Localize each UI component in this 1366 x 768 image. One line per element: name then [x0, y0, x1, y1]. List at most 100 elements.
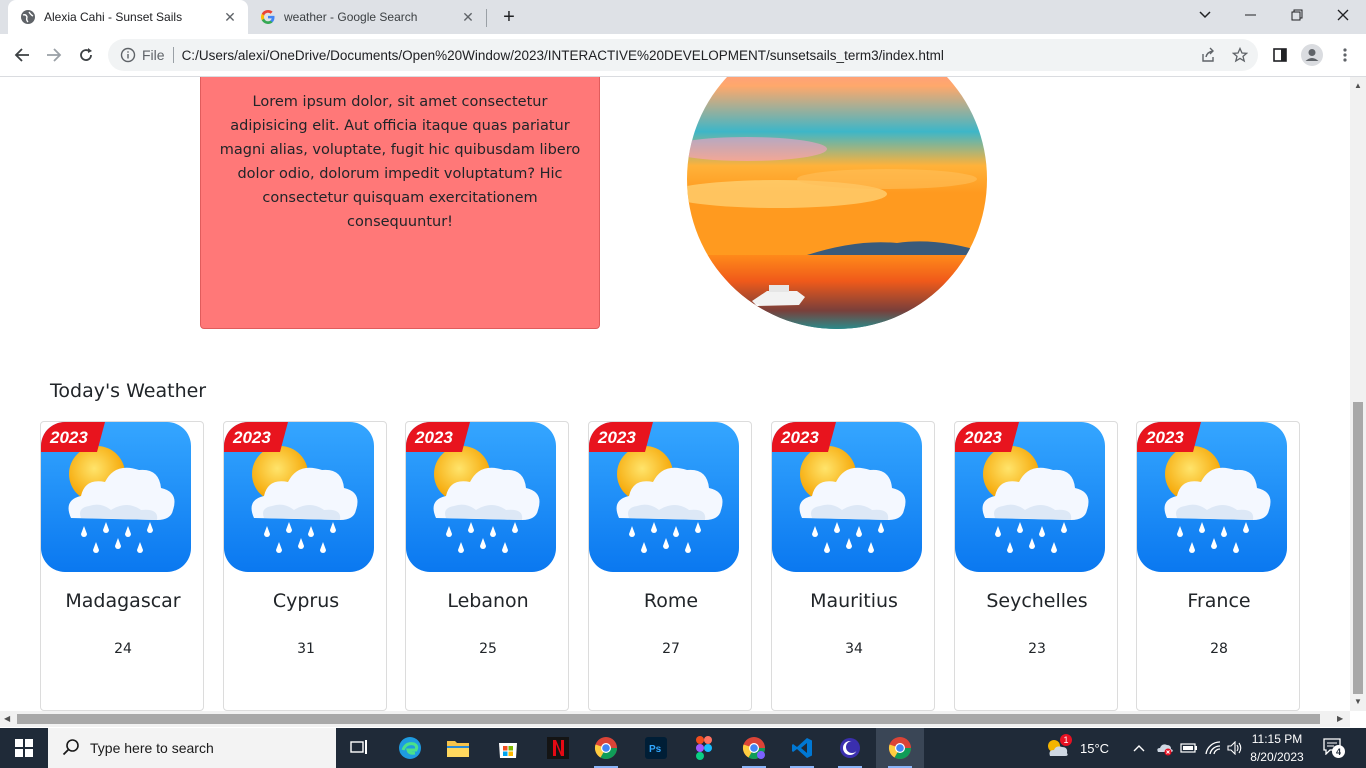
- globe-icon: [20, 9, 36, 25]
- weather-card-cyprus: 2023 Cyprus 31: [223, 421, 387, 711]
- figma-icon[interactable]: [680, 728, 728, 768]
- weather-city: Seychelles: [986, 590, 1088, 612]
- edge-browser-icon[interactable]: [386, 728, 434, 768]
- weather-card-mauritius: 2023 Mauritius 34: [771, 421, 935, 711]
- system-clock[interactable]: 11:15 PM 8/20/2023: [1246, 730, 1308, 766]
- netflix-icon[interactable]: [534, 728, 582, 768]
- weather-rain-sun-icon: 2023: [1137, 422, 1287, 572]
- task-view-icon[interactable]: [336, 728, 384, 768]
- tab-title: Alexia Cahi - Sunset Sails: [44, 10, 183, 24]
- tab-sunset-sails[interactable]: Alexia Cahi - Sunset Sails ✕: [8, 0, 248, 34]
- svg-text:2023: 2023: [597, 428, 636, 447]
- taskbar-search-box[interactable]: Type here to search: [48, 728, 336, 768]
- vscode-icon[interactable]: [778, 728, 826, 768]
- close-tab-icon[interactable]: ✕: [460, 9, 476, 25]
- weather-card-row: 2023 Madagascar 24 2023 Cyprus 31 2023 L…: [40, 421, 1300, 711]
- windows-taskbar: Type here to search Ps 1 15°C 11:15 PM 8…: [0, 728, 1366, 768]
- weather-temp: 27: [662, 641, 680, 657]
- svg-text:2023: 2023: [49, 428, 88, 447]
- tab-google-search[interactable]: weather - Google Search ✕: [250, 0, 486, 34]
- notification-center-icon[interactable]: 4: [1322, 728, 1345, 768]
- vertical-scrollbar[interactable]: ▲ ▼: [1350, 77, 1366, 711]
- weather-rain-sun-icon: 2023: [41, 422, 191, 572]
- weather-rain-sun-icon: 2023: [955, 422, 1105, 572]
- svg-text:2023: 2023: [780, 428, 819, 447]
- weather-card-seychelles: 2023 Seychelles 23: [954, 421, 1118, 711]
- eclipse-app-icon[interactable]: [826, 728, 874, 768]
- intro-paragraph: Lorem ipsum dolor, sit amet consectetur …: [219, 94, 581, 230]
- minimize-button[interactable]: [1228, 0, 1274, 30]
- back-button[interactable]: [8, 41, 36, 69]
- svg-text:2023: 2023: [1145, 428, 1184, 447]
- weather-widget[interactable]: 1 15°C: [1044, 728, 1109, 768]
- weather-card-france: 2023 France 28: [1136, 421, 1300, 711]
- address-bar[interactable]: File C:/Users/alexi/OneDrive/Documents/O…: [108, 39, 1258, 71]
- weather-rain-sun-icon: 2023: [772, 422, 922, 572]
- weather-rain-sun-icon: 2023: [224, 422, 374, 572]
- wifi-icon[interactable]: [1205, 728, 1223, 768]
- close-tab-icon[interactable]: ✕: [222, 9, 238, 25]
- weather-card-madagascar: 2023 Madagascar 24: [40, 421, 204, 711]
- site-info-icon[interactable]: [120, 47, 136, 63]
- scroll-right-icon[interactable]: ▶: [1337, 714, 1343, 723]
- new-tab-button[interactable]: +: [498, 6, 520, 28]
- weather-temp: 34: [845, 641, 863, 657]
- weather-heading: Today's Weather: [50, 380, 207, 402]
- url-text[interactable]: C:/Users/alexi/OneDrive/Documents/Open%2…: [182, 48, 1258, 63]
- horizontal-scrollbar[interactable]: ◀ ▶: [0, 711, 1350, 727]
- weather-city: Mauritius: [810, 590, 898, 612]
- share-icon[interactable]: [1194, 41, 1222, 69]
- svg-text:Ps: Ps: [649, 744, 662, 755]
- browser-toolbar: File C:/Users/alexi/OneDrive/Documents/O…: [0, 34, 1366, 77]
- forward-button[interactable]: [40, 41, 68, 69]
- side-panel-icon[interactable]: [1266, 41, 1294, 69]
- weather-temp: 25: [479, 641, 497, 657]
- profile-avatar-icon[interactable]: [1298, 41, 1326, 69]
- onedrive-error-icon[interactable]: [1155, 728, 1175, 768]
- clock-time: 11:15 PM: [1251, 732, 1303, 746]
- search-icon: [62, 738, 80, 759]
- scroll-down-icon[interactable]: ▼: [1354, 697, 1362, 706]
- weather-temp: 31: [297, 641, 315, 657]
- tab-search-chevron-icon[interactable]: [1182, 0, 1228, 30]
- chrome-icon[interactable]: [582, 728, 630, 768]
- battery-icon[interactable]: [1180, 728, 1198, 768]
- photoshop-icon[interactable]: Ps: [632, 728, 680, 768]
- vertical-scroll-thumb[interactable]: [1353, 402, 1363, 694]
- reload-button[interactable]: [72, 41, 100, 69]
- windows-start-button[interactable]: [0, 728, 48, 768]
- horizontal-scroll-thumb[interactable]: [17, 714, 1320, 724]
- chrome-active-icon[interactable]: [876, 728, 924, 768]
- svg-text:2023: 2023: [963, 428, 1002, 447]
- show-hidden-icons-chevron[interactable]: [1133, 728, 1145, 768]
- volume-icon[interactable]: [1227, 728, 1243, 768]
- scroll-left-icon[interactable]: ◀: [4, 714, 10, 723]
- weather-city: Rome: [643, 590, 699, 612]
- weather-city: Cyprus: [272, 590, 340, 612]
- more-menu-icon[interactable]: [1331, 41, 1359, 69]
- google-g-icon: [260, 9, 276, 25]
- weather-city: France: [1187, 590, 1251, 612]
- address-divider: [172, 47, 174, 63]
- scroll-up-icon[interactable]: ▲: [1354, 81, 1362, 90]
- close-window-button[interactable]: [1320, 0, 1366, 30]
- weather-card-rome: 2023 Rome 27: [588, 421, 752, 711]
- bookmark-star-icon[interactable]: [1226, 41, 1254, 69]
- svg-text:2023: 2023: [414, 428, 453, 447]
- security-label: File: [142, 47, 165, 63]
- file-explorer-icon[interactable]: [434, 728, 482, 768]
- microsoft-store-icon[interactable]: [484, 728, 532, 768]
- tab-title: weather - Google Search: [284, 10, 418, 24]
- intro-text-card: Lorem ipsum dolor, sit amet consectetur …: [200, 77, 600, 329]
- weather-cloud-icon: 1: [1044, 734, 1072, 760]
- chrome-profile-icon[interactable]: [730, 728, 778, 768]
- search-placeholder: Type here to search: [90, 740, 214, 756]
- weather-temp: 28: [1210, 641, 1228, 657]
- browser-tab-strip: Alexia Cahi - Sunset Sails ✕ weather - G…: [0, 0, 1366, 34]
- sunset-boat-image: [687, 77, 987, 329]
- weather-temp: 23: [1028, 641, 1046, 657]
- restore-button[interactable]: [1274, 0, 1320, 30]
- page-viewport: Lorem ipsum dolor, sit amet consectetur …: [0, 77, 1350, 711]
- weather-city: Lebanon: [447, 590, 529, 612]
- weather-rain-sun-icon: 2023: [589, 422, 739, 572]
